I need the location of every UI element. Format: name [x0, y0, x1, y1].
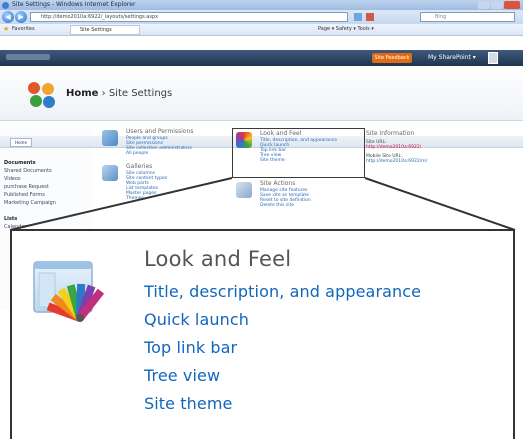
favorites-bar: ★ Favorites Site Settings Page ▾ Safety … — [0, 24, 523, 36]
nav-item[interactable]: purchase Request — [4, 184, 49, 190]
breadcrumb: Home › Site Settings — [66, 88, 172, 99]
tab-home[interactable]: Home — [10, 138, 32, 147]
address-input[interactable]: http://demo2010a:6922/_layouts/settings.… — [30, 12, 348, 22]
sharepoint-page-header: Home › Site Settings — [0, 66, 523, 121]
group-title: Galleries — [126, 163, 153, 170]
quick-launch: Documents Shared Documents Videos purcha… — [0, 128, 92, 310]
site-url-value[interactable]: http://demo2010a:6922/ — [366, 145, 421, 150]
forward-button[interactable]: ▶ — [15, 11, 27, 23]
forward-arrow-icon: ▶ — [18, 13, 24, 21]
breadcrumb-home[interactable]: Home — [66, 88, 98, 99]
my-sharepoint-menu[interactable]: My SharePoint ▾ — [428, 54, 476, 61]
close-window-button[interactable] — [504, 1, 520, 9]
back-arrow-icon: ◀ — [5, 13, 11, 21]
page-title: Site Settings — [108, 88, 173, 99]
maximize-button[interactable] — [491, 1, 503, 9]
search-engine-label: Bing — [435, 14, 447, 20]
minimize-button[interactable] — [478, 1, 490, 9]
nav-item[interactable]: Marketing Campaign — [4, 200, 56, 206]
settings-link[interactable]: Themes — [126, 196, 144, 201]
command-bar[interactable]: Page ▾ Safety ▾ Tools ▾ — [318, 26, 374, 32]
window-title: Site Settings - Windows Internet Explore… — [12, 1, 136, 8]
refresh-icon[interactable] — [354, 13, 362, 21]
sharepoint-suite-bar: Site Feedback My SharePoint ▾ — [0, 50, 523, 66]
nav-item[interactable]: Shared Documents — [4, 168, 52, 174]
group-title: Site Actions — [260, 180, 296, 187]
group-title: Site Information — [366, 130, 415, 137]
nav-item[interactable]: Published Forms — [4, 192, 45, 198]
internet-explorer-icon — [2, 2, 9, 9]
sharepoint-site-settings-screenshot: Site Settings - Windows Internet Explore… — [0, 0, 523, 439]
site-logo-icon — [28, 82, 55, 108]
site-actions-menu[interactable] — [6, 54, 50, 60]
favorites-star-icon[interactable]: ★ — [3, 26, 9, 33]
stop-icon[interactable] — [366, 13, 374, 21]
avatar[interactable] — [488, 52, 498, 64]
address-url: http://demo2010a:6922/_layouts/settings.… — [41, 14, 159, 20]
tab-title: Site Settings — [80, 27, 112, 33]
nav-heading-lists[interactable]: Lists — [4, 216, 17, 222]
mobile-url-value[interactable]: http://demo2010a:6922/m/ — [366, 159, 427, 164]
galleries-icon — [102, 165, 118, 181]
zoom-source-highlight — [232, 128, 365, 178]
nav-heading-documents[interactable]: Documents — [4, 160, 36, 166]
back-button[interactable]: ◀ — [2, 11, 14, 23]
browser-tab[interactable]: Site Settings — [70, 25, 140, 35]
site-actions-icon — [236, 182, 252, 198]
address-bar-row: ◀ ▶ http://demo2010a:6922/_layouts/setti… — [0, 10, 523, 24]
search-input[interactable]: Bing — [420, 12, 515, 22]
settings-link[interactable]: All people — [126, 151, 148, 156]
browser-title-bar: Site Settings - Windows Internet Explore… — [0, 0, 523, 10]
nav-item[interactable]: Calendar — [4, 224, 26, 230]
group-title: Users and Permissions — [126, 128, 194, 135]
settings-link[interactable]: Delete this site — [260, 203, 294, 208]
nav-item[interactable]: Videos — [4, 176, 21, 182]
users-icon — [102, 130, 118, 146]
breadcrumb-separator: › — [101, 88, 106, 99]
site-feedback-button[interactable]: Site Feedback — [372, 53, 412, 63]
favorites-label[interactable]: Favorites — [12, 26, 35, 32]
